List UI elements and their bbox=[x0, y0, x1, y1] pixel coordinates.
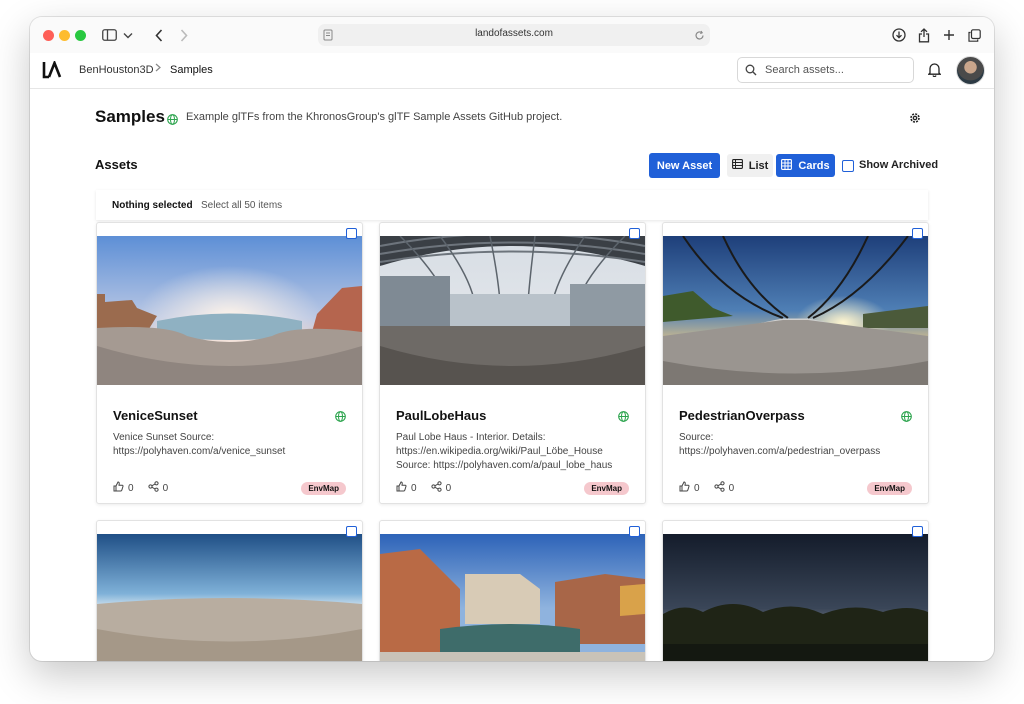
sidebar-icon[interactable] bbox=[99, 25, 119, 45]
show-archived-label[interactable]: Show Archived bbox=[859, 159, 938, 171]
public-globe-icon bbox=[901, 409, 912, 427]
address-bar[interactable]: landofassets.com bbox=[318, 24, 710, 46]
minimize-window-button[interactable] bbox=[59, 30, 70, 41]
card-description-line: https://en.wikipedia.org/wiki/Paul_Löbe_… bbox=[396, 446, 603, 457]
user-avatar[interactable] bbox=[956, 56, 985, 85]
browser-toolbar: landofassets.com bbox=[30, 17, 994, 53]
breadcrumb-separator-icon bbox=[155, 63, 161, 75]
pedestrian-overpass-thumbnail bbox=[663, 236, 928, 385]
likes-count: 0 bbox=[128, 482, 134, 494]
back-icon[interactable] bbox=[149, 25, 169, 45]
grid-icon bbox=[781, 158, 793, 173]
close-window-button[interactable] bbox=[43, 30, 54, 41]
notifications-bell-icon[interactable] bbox=[927, 62, 942, 82]
card-title[interactable]: VeniceSunset bbox=[113, 408, 198, 423]
card-title[interactable]: PaulLobeHaus bbox=[396, 408, 486, 423]
url-text: landofassets.com bbox=[475, 28, 553, 39]
desert-envmap-thumbnail bbox=[97, 534, 362, 661]
land-of-assets-logo[interactable] bbox=[42, 59, 62, 79]
asset-card[interactable] bbox=[662, 520, 929, 661]
search-input[interactable] bbox=[765, 62, 905, 77]
search-box[interactable] bbox=[737, 57, 914, 83]
card-description-line: Source: bbox=[679, 432, 714, 443]
app-header: BenHouston3D Samples bbox=[30, 53, 994, 89]
thumbs-up-icon[interactable] bbox=[396, 481, 407, 495]
asset-card[interactable] bbox=[96, 520, 363, 661]
list-icon bbox=[731, 159, 743, 172]
card-select-checkbox[interactable] bbox=[912, 228, 923, 239]
share-nodes-icon[interactable] bbox=[430, 481, 442, 495]
card-description-line: Source: https://polyhaven.com/a/paul_lob… bbox=[396, 460, 613, 471]
asset-card[interactable]: PaulLobeHaus Paul Lobe Haus - Interior. … bbox=[379, 222, 646, 504]
new-asset-button[interactable]: New Asset bbox=[649, 153, 720, 178]
card-select-checkbox[interactable] bbox=[912, 526, 923, 537]
card-description: Paul Lobe Haus - Interior. Details: http… bbox=[396, 431, 636, 473]
asset-card[interactable]: PedestrianOverpass Source: https://polyh… bbox=[662, 222, 929, 504]
selection-bar: Nothing selected Select all 50 items bbox=[96, 190, 928, 220]
settings-gear-icon[interactable] bbox=[909, 111, 921, 129]
shares-count: 0 bbox=[445, 482, 452, 494]
download-icon[interactable] bbox=[889, 25, 909, 45]
likes-count: 0 bbox=[411, 482, 417, 494]
card-description: Venice Sunset Source: https://polyhaven.… bbox=[113, 431, 353, 459]
shares-count: 0 bbox=[728, 482, 735, 494]
breadcrumb-current[interactable]: Samples bbox=[170, 64, 213, 76]
assets-heading: Assets bbox=[95, 157, 138, 172]
thumbs-up-icon[interactable] bbox=[679, 481, 690, 495]
card-select-checkbox[interactable] bbox=[629, 526, 640, 537]
asset-card[interactable] bbox=[379, 520, 646, 661]
likes-count: 0 bbox=[694, 482, 700, 494]
card-stats: 0 0 bbox=[679, 481, 734, 495]
card-stats: 0 0 bbox=[396, 481, 451, 495]
page-description: Example glTFs from the KhronosGroup's gl… bbox=[186, 111, 563, 123]
envmap-tag[interactable]: EnvMap bbox=[301, 482, 346, 495]
card-description-line: Paul Lobe Haus - Interior. Details: bbox=[396, 432, 546, 443]
show-archived-checkbox[interactable] bbox=[842, 160, 854, 172]
share-nodes-icon[interactable] bbox=[713, 481, 725, 495]
envmap-tag[interactable]: EnvMap bbox=[584, 482, 629, 495]
search-icon bbox=[745, 63, 757, 81]
card-description-line: Venice Sunset Source: bbox=[113, 432, 215, 443]
reload-icon[interactable] bbox=[694, 28, 705, 46]
forward-icon[interactable] bbox=[174, 25, 194, 45]
card-select-checkbox[interactable] bbox=[629, 228, 640, 239]
public-globe-icon bbox=[618, 409, 629, 427]
share-nodes-icon[interactable] bbox=[147, 481, 159, 495]
card-description-line: https://polyhaven.com/a/pedestrian_overp… bbox=[679, 446, 881, 457]
paul-lobe-haus-thumbnail bbox=[380, 236, 645, 385]
card-description: Source: https://polyhaven.com/a/pedestri… bbox=[679, 431, 919, 459]
night-sky-thumbnail bbox=[663, 534, 928, 661]
public-globe-icon bbox=[167, 112, 178, 130]
cards-view-button[interactable]: Cards bbox=[776, 154, 835, 177]
breadcrumb-owner[interactable]: BenHouston3D bbox=[79, 64, 154, 76]
envmap-tag[interactable]: EnvMap bbox=[867, 482, 912, 495]
card-select-checkbox[interactable] bbox=[346, 526, 357, 537]
selection-status: Nothing selected bbox=[112, 200, 193, 211]
new-tab-icon[interactable] bbox=[939, 25, 959, 45]
thumbs-up-icon[interactable] bbox=[113, 481, 124, 495]
card-select-checkbox[interactable] bbox=[346, 228, 357, 239]
card-description-line: https://polyhaven.com/a/venice_sunset bbox=[113, 446, 286, 457]
page-title: Samples bbox=[95, 107, 165, 126]
shares-count: 0 bbox=[162, 482, 169, 494]
share-icon[interactable] bbox=[914, 25, 934, 45]
list-view-label: List bbox=[748, 159, 769, 172]
venice-sunset-thumbnail bbox=[97, 236, 362, 385]
asset-card[interactable]: VeniceSunset Venice Sunset Source: https… bbox=[96, 222, 363, 504]
zoom-window-button[interactable] bbox=[75, 30, 86, 41]
card-stats: 0 0 bbox=[113, 481, 168, 495]
public-globe-icon bbox=[335, 409, 346, 427]
tabs-icon[interactable] bbox=[964, 25, 984, 45]
venice-canal-thumbnail bbox=[380, 534, 645, 661]
list-view-button[interactable]: List bbox=[727, 154, 773, 177]
cards-view-label: Cards bbox=[798, 159, 830, 172]
select-all-link[interactable]: Select all 50 items bbox=[201, 200, 282, 211]
card-title[interactable]: PedestrianOverpass bbox=[679, 408, 805, 423]
chevron-down-icon[interactable] bbox=[118, 25, 138, 45]
browser-window: landofassets.com BenHouston3D Samples Se… bbox=[30, 17, 994, 661]
